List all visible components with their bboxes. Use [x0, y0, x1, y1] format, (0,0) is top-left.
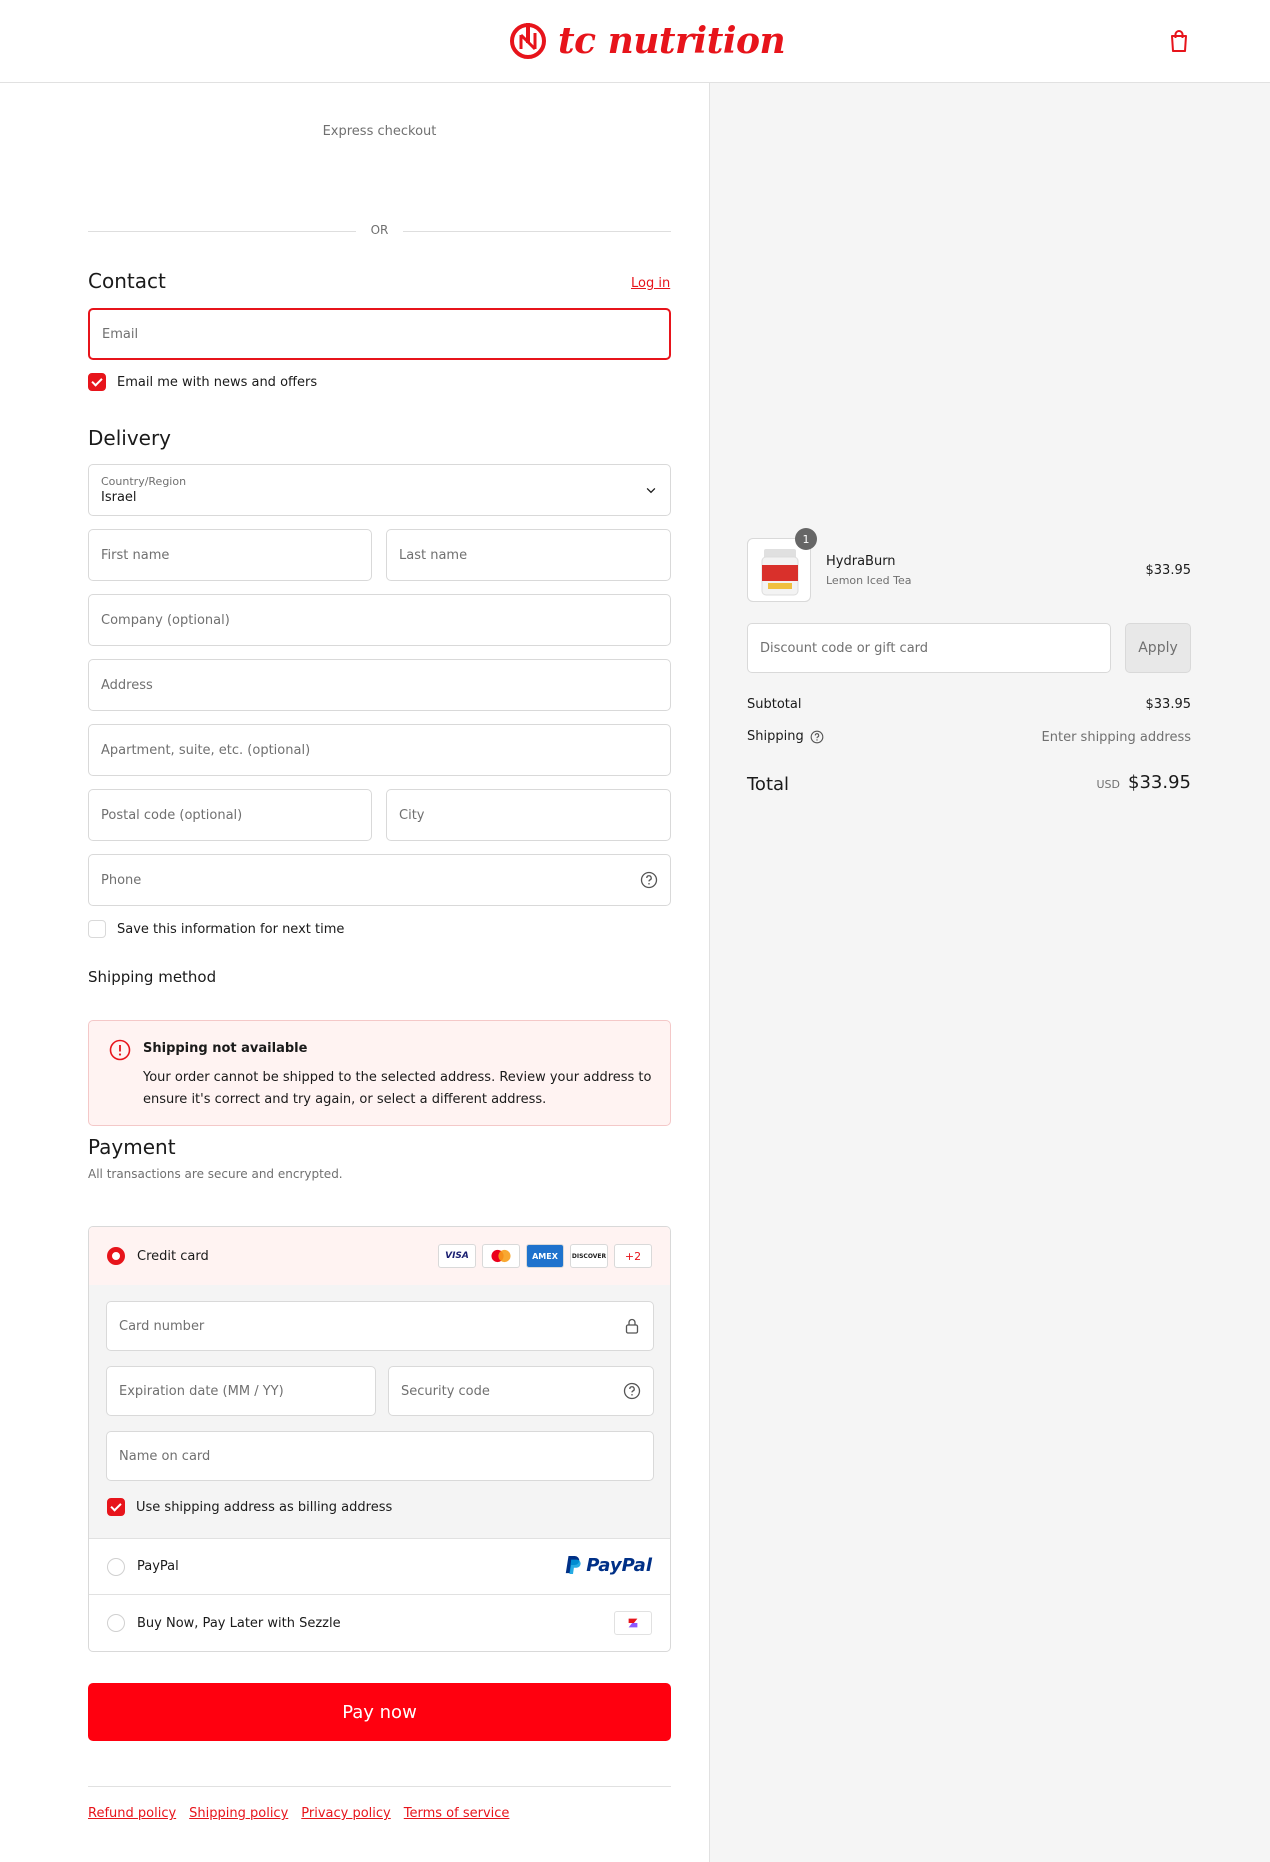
subtotal-value: $33.95	[1145, 697, 1192, 712]
alert-body: Your order cannot be shipped to the sele…	[143, 1070, 652, 1107]
card-form: Card number Expiration date (MM / YY) Se…	[89, 1285, 670, 1539]
sezzle-icon	[614, 1611, 652, 1635]
address-field[interactable]: Address	[88, 659, 671, 711]
apartment-field[interactable]: Apartment, suite, etc. (optional)	[88, 724, 671, 776]
brand-name: tc nutrition	[558, 20, 786, 62]
email-field[interactable]: Email	[88, 308, 671, 360]
quantity-badge: 1	[795, 528, 817, 550]
shipping-value: Enter shipping address	[1041, 730, 1191, 745]
paypal-radio[interactable]	[107, 1557, 125, 1576]
apply-discount-button[interactable]: Apply	[1125, 623, 1191, 673]
phone-field[interactable]: Phone	[88, 854, 671, 906]
billing-same-checkbox-row[interactable]: Use shipping address as billing address	[107, 1498, 392, 1516]
discount-code-field[interactable]: Discount code or gift card	[747, 623, 1111, 673]
amex-icon: AMEX	[526, 1244, 564, 1268]
footer-divider	[88, 1786, 671, 1787]
save-info-label: Save this information for next time	[117, 921, 345, 937]
save-info-checkbox-row[interactable]: Save this information for next time	[88, 920, 344, 938]
news-checkbox-row[interactable]: Email me with news and offers	[88, 373, 317, 391]
order-summary-panel	[709, 83, 1270, 1862]
sezzle-label: Buy Now, Pay Later with Sezzle	[137, 1615, 341, 1631]
total-currency: USD	[1096, 778, 1121, 791]
express-checkout-label: Express checkout	[322, 124, 437, 139]
country-select[interactable]: Country/Region Israel	[88, 464, 671, 516]
news-checkbox[interactable]	[88, 373, 106, 391]
help-circle-icon[interactable]	[623, 1382, 641, 1400]
total-amount: USD $33.95	[1097, 772, 1192, 793]
news-checkbox-label: Email me with news and offers	[117, 374, 318, 390]
refund-policy-link[interactable]: Refund policy	[88, 1806, 176, 1821]
country-label: Country/Region	[101, 475, 187, 488]
footer-links: Refund policy Shipping policy Privacy po…	[88, 1806, 509, 1821]
save-info-checkbox[interactable]	[88, 920, 106, 938]
payment-subtitle: All transactions are secure and encrypte…	[88, 1167, 343, 1181]
billing-same-checkbox[interactable]	[107, 1498, 125, 1516]
privacy-policy-link[interactable]: Privacy policy	[301, 1806, 390, 1821]
expiration-field[interactable]: Expiration date (MM / YY)	[106, 1366, 376, 1416]
help-circle-icon[interactable]	[640, 871, 658, 889]
paypal-label: PayPal	[137, 1559, 179, 1574]
alert-circle-icon	[109, 1039, 131, 1061]
card-brand-list: VISA AMEX DISCOVER +2	[438, 1244, 652, 1268]
visa-icon: VISA	[438, 1244, 476, 1268]
first-name-field[interactable]: First name	[88, 529, 372, 581]
billing-same-label: Use shipping address as billing address	[136, 1499, 393, 1515]
credit-card-option[interactable]: Credit card VISA AMEX DISCOVER +2	[89, 1227, 670, 1286]
product-variant: Lemon Iced Tea	[826, 574, 912, 587]
country-value: Israel	[101, 490, 137, 505]
city-field[interactable]: City	[386, 789, 671, 841]
mastercard-icon	[482, 1244, 520, 1268]
terms-of-service-link[interactable]: Terms of service	[404, 1806, 510, 1821]
total-value: $33.95	[1128, 772, 1191, 793]
more-cards-badge: +2	[614, 1244, 652, 1268]
shopping-bag-icon[interactable]	[1168, 29, 1190, 53]
logo-mark-icon	[510, 23, 546, 59]
discover-icon: DISCOVER	[570, 1244, 608, 1268]
company-field[interactable]: Company (optional)	[88, 594, 671, 646]
shipping-row-label: Shipping	[747, 729, 824, 744]
site-header: tc nutrition	[0, 0, 1270, 83]
paypal-logo: PayPal	[564, 1554, 652, 1576]
pay-now-button[interactable]: Pay now	[88, 1683, 671, 1741]
sezzle-option[interactable]: Buy Now, Pay Later with Sezzle	[89, 1595, 670, 1651]
alert-title: Shipping not available	[143, 1041, 308, 1056]
postal-code-field[interactable]: Postal code (optional)	[88, 789, 372, 841]
paypal-p-icon	[566, 1556, 581, 1574]
credit-card-label: Credit card	[137, 1248, 209, 1264]
payment-heading: Payment	[88, 1135, 176, 1159]
card-number-field[interactable]: Card number	[106, 1301, 654, 1351]
total-label: Total	[747, 774, 790, 795]
payment-methods: Credit card VISA AMEX DISCOVER +2 Card n…	[88, 1226, 671, 1652]
credit-card-radio[interactable]	[107, 1247, 125, 1265]
chevron-down-icon	[646, 488, 656, 494]
delivery-heading: Delivery	[88, 426, 172, 450]
security-code-field[interactable]: Security code	[388, 1366, 654, 1416]
lock-icon	[625, 1318, 639, 1334]
product-name: HydraBurn	[826, 554, 896, 569]
name-on-card-field[interactable]: Name on card	[106, 1431, 654, 1481]
shipping-alert: Shipping not available Your order cannot…	[88, 1020, 671, 1126]
help-circle-icon[interactable]	[810, 730, 824, 744]
contact-heading: Contact	[88, 269, 166, 293]
or-divider: OR	[88, 221, 671, 241]
product-price: $33.95	[1145, 563, 1192, 578]
or-text: OR	[370, 223, 389, 237]
login-link[interactable]: Log in	[631, 276, 670, 291]
brand-logo[interactable]: tc nutrition	[508, 18, 786, 64]
shipping-policy-link[interactable]: Shipping policy	[189, 1806, 288, 1821]
last-name-field[interactable]: Last name	[386, 529, 671, 581]
paypal-option[interactable]: PayPal PayPal	[89, 1539, 670, 1595]
subtotal-label: Subtotal	[747, 697, 802, 712]
shipping-method-heading: Shipping method	[88, 968, 217, 986]
sezzle-radio[interactable]	[107, 1614, 125, 1632]
